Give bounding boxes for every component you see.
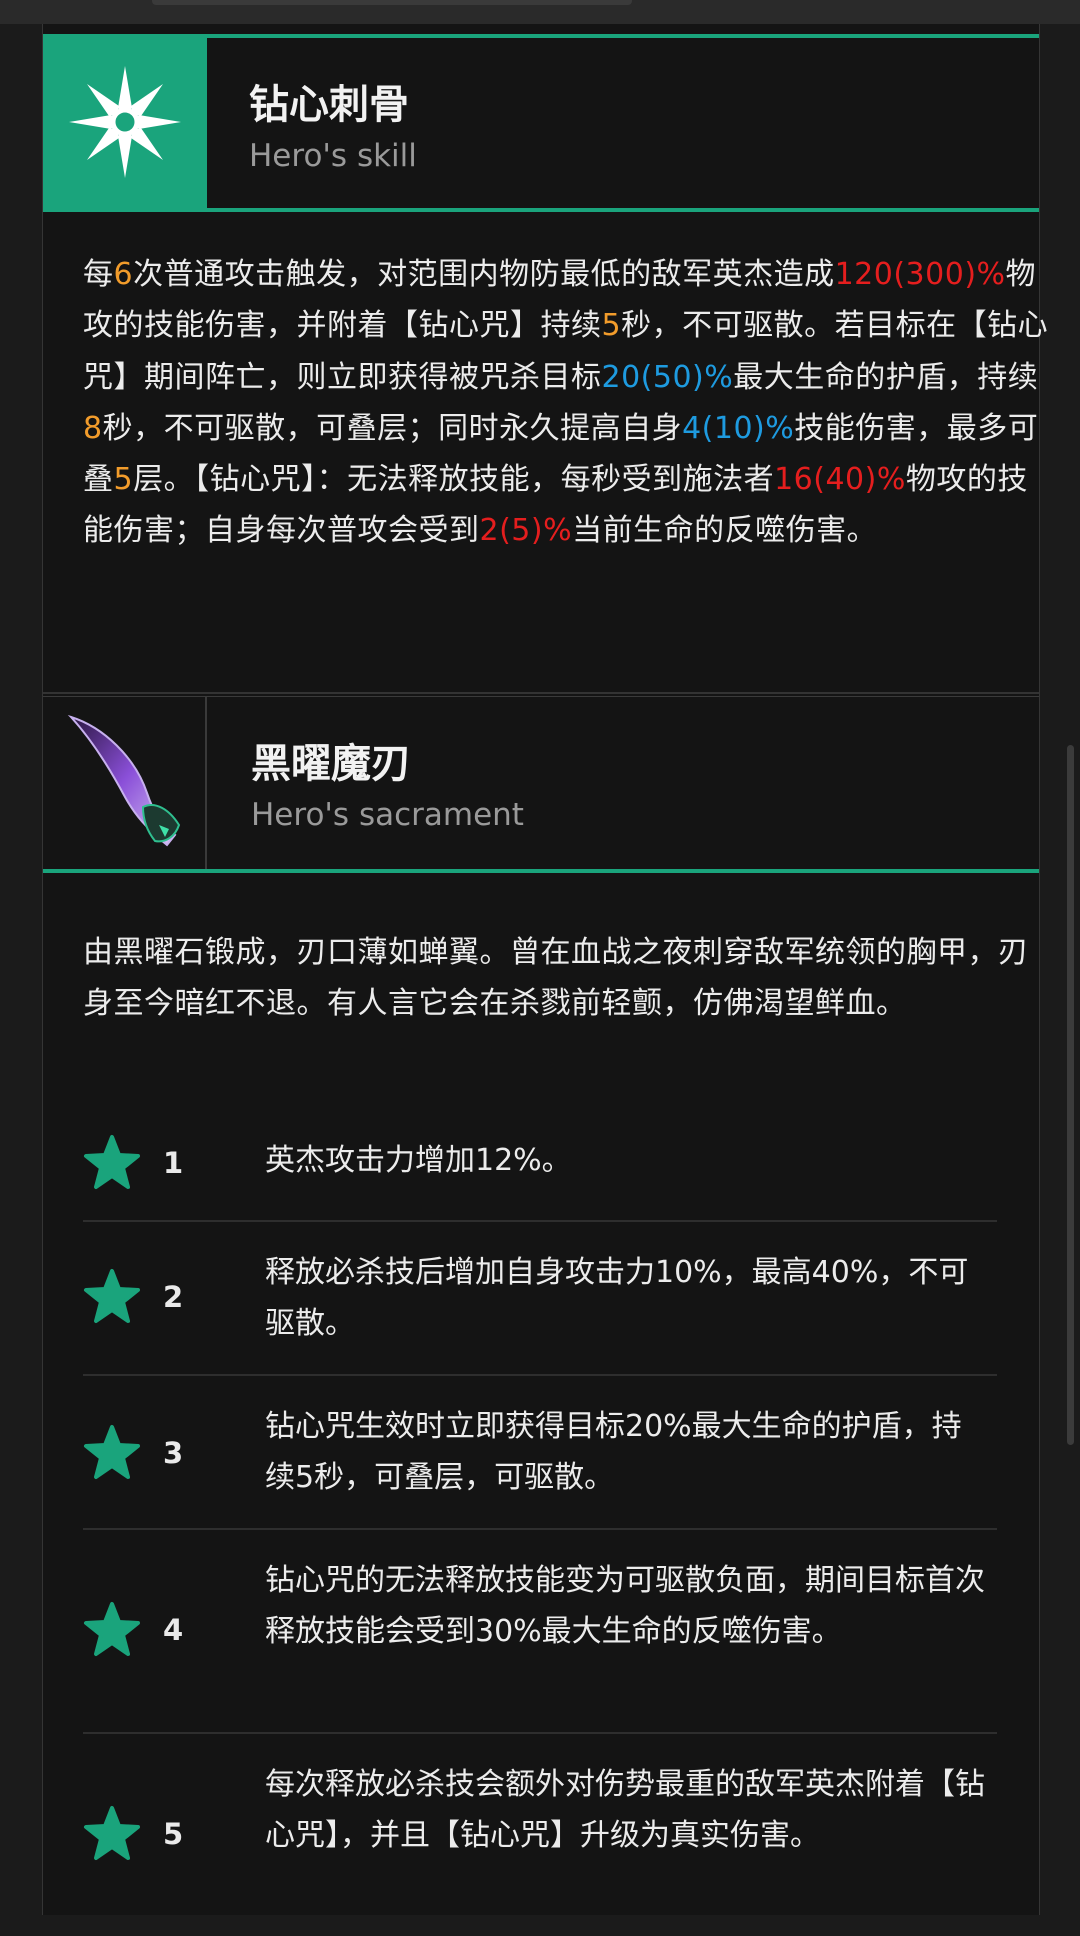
skill-icon-box	[43, 38, 207, 208]
star-level: 2	[163, 1280, 184, 1314]
skill-description-segment: 4(10)%	[682, 410, 795, 446]
skill-description-segment: 秒，不可驱散，可叠层；同时永久提高自身	[102, 410, 683, 446]
skill-title: 钻心刺骨	[249, 82, 409, 128]
shuriken-icon	[69, 66, 181, 178]
skill-description-segment: 当前生命的反噬伤害。	[572, 513, 878, 549]
star-effect-text: 英杰攻击力增加12%。	[265, 1143, 572, 1178]
skill-description: 每6次普通攻击触发，对范围内物防最低的敌军英杰造成120(300)%物攻的技能伤…	[83, 249, 1053, 557]
star-row: 2 释放必杀技后增加自身攻击力10%，最高40%，不可驱散。	[83, 1220, 997, 1376]
star-icon	[83, 1134, 141, 1192]
star-icon	[83, 1268, 141, 1326]
star-row: 5 每次释放必杀技会额外对伤势最重的敌军英杰附着【钻心咒】，并且【钻心咒】升级为真…	[83, 1732, 997, 1936]
sacrament-description: 由黑曜石锻成，刃口薄如蝉翼。曾在血战之夜刺穿敌军统领的胸甲，刃身至今暗红不退。有…	[83, 935, 1029, 1022]
star-level: 5	[163, 1817, 184, 1851]
sacrament-icon-box	[43, 697, 207, 869]
dagger-icon	[67, 714, 181, 847]
skill-description-segment: 6	[113, 257, 134, 292]
skill-description-segment: 每	[83, 257, 114, 292]
star-row: 1 英杰攻击力增加12%。	[83, 1106, 997, 1222]
star-level: 1	[163, 1146, 184, 1180]
skill-description-segment: 8	[83, 410, 103, 446]
skill-description-segment: 秒，	[621, 308, 683, 344]
top-bar	[0, 0, 1080, 24]
skill-description-segment: 5	[113, 462, 134, 498]
skill-description-segment: 20(50)%	[601, 359, 734, 395]
section-divider	[43, 692, 1039, 694]
star-effect-text: 每次释放必杀技会额外对伤势最重的敌军英杰附着【钻心咒】，并且【钻心咒】升级为真实…	[265, 1767, 985, 1853]
address-pill	[152, 0, 632, 5]
skill-description-segment: 16(40)%	[774, 462, 906, 498]
scrollbar[interactable]	[1067, 745, 1074, 1445]
star-icon	[83, 1805, 141, 1863]
star-effect-text: 钻心咒生效时立即获得目标20%最大生命的护盾，持续5秒，可叠层，可驱散。	[265, 1409, 962, 1495]
star-icon	[83, 1601, 141, 1659]
sacrament-header: 黑曜魔刃 Hero's sacrament	[43, 696, 1039, 873]
star-effect-text: 钻心咒的无法释放技能变为可驱散负面，期间目标首次释放技能会受到30%最大生命的反…	[265, 1563, 985, 1649]
star-level: 3	[163, 1436, 184, 1470]
skill-description-segment: 最大生命的护盾，持续	[733, 359, 1039, 395]
sacrament-subtitle: Hero's sacrament	[251, 797, 524, 833]
skill-description-segment: 5	[601, 308, 622, 344]
star-effect-text: 释放必杀技后增加自身攻击力10%，最高40%，不可驱散。	[265, 1255, 969, 1341]
star-level: 4	[163, 1613, 184, 1647]
skill-description-segment: 次普通攻击触发，对范围内物防最低的敌军英杰造成	[133, 257, 835, 292]
detail-panel: 钻心刺骨 Hero's skill 每6次普通攻击触发，对范围内物防最低的敌军英…	[42, 24, 1048, 1915]
skill-header: 钻心刺骨 Hero's skill	[43, 34, 1039, 212]
skill-subtitle: Hero's skill	[249, 138, 417, 174]
star-row: 4 钻心咒的无法释放技能变为可驱散负面，期间目标首次释放技能会受到30%最大生命的…	[83, 1528, 997, 1734]
skill-description-segment: 2(5)%	[479, 513, 573, 549]
skill-description-segment: 层。【钻心咒】：无法释放技能，每秒受到施法者	[133, 462, 775, 498]
skill-description-segment: 120(300)%	[834, 257, 1006, 292]
sacrament-title: 黑曜魔刃	[251, 741, 411, 787]
star-icon	[83, 1424, 141, 1482]
star-row: 3 钻心咒生效时立即获得目标20%最大生命的护盾，持续5秒，可叠层，可驱散。	[83, 1374, 997, 1530]
